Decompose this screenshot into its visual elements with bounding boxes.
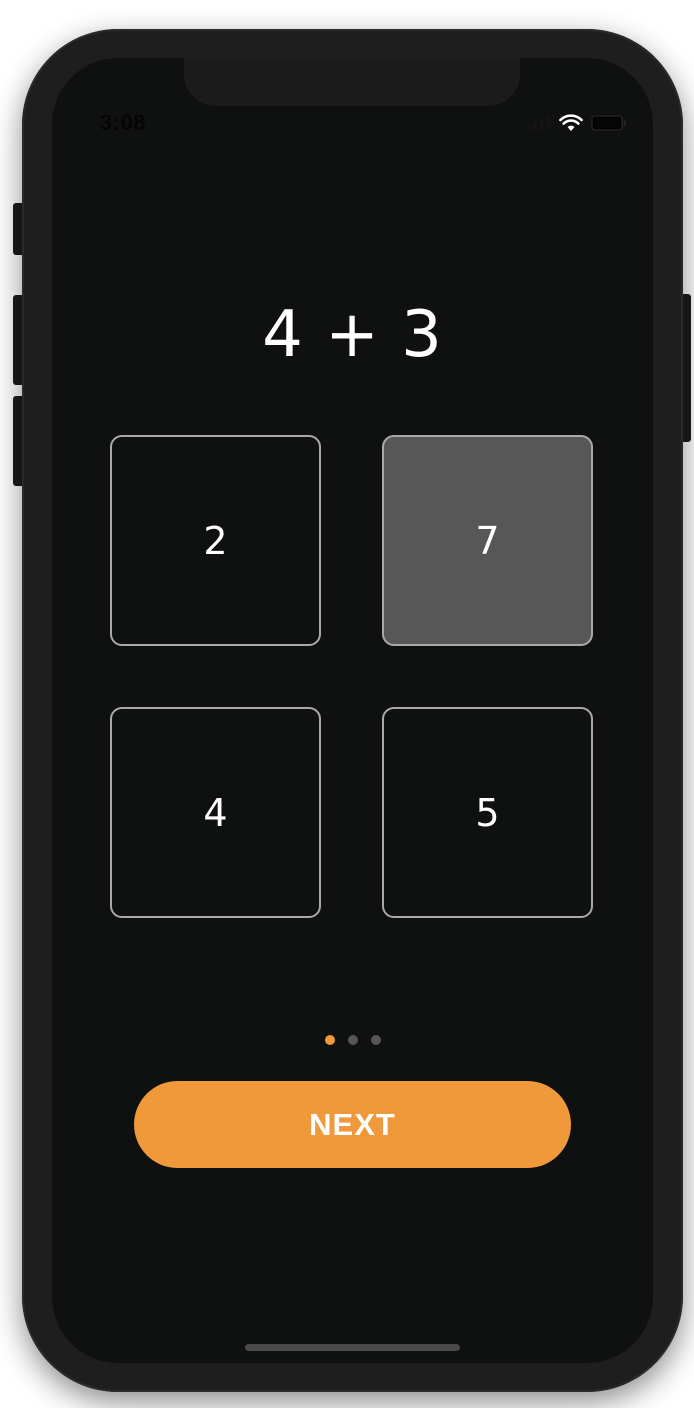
page-dot-1: [324, 1035, 335, 1045]
battery-icon: [591, 115, 627, 131]
answer-option-label: 2: [203, 518, 228, 563]
status-time: 3:08: [100, 110, 147, 135]
app-screen: 3:08 4 + 3 2 7 4 5 NEXT: [52, 58, 653, 1363]
cellular-signal-icon: [526, 116, 551, 130]
status-icons: [526, 114, 627, 132]
answer-option-3[interactable]: 4: [110, 707, 321, 918]
device-stage: 3:08 4 + 3 2 7 4 5 NEXT: [0, 0, 694, 1408]
next-button[interactable]: NEXT: [134, 1081, 571, 1168]
question-text: 4 + 3: [262, 298, 443, 372]
phone-frame: 3:08 4 + 3 2 7 4 5 NEXT: [22, 29, 683, 1392]
answer-option-label: 4: [203, 790, 228, 835]
answer-option-2[interactable]: 7: [382, 435, 593, 646]
page-dot-2: [347, 1035, 358, 1045]
answer-option-label: 7: [475, 518, 500, 563]
page-indicator: [52, 1035, 653, 1045]
answer-option-1[interactable]: 2: [110, 435, 321, 646]
home-indicator[interactable]: [245, 1344, 460, 1351]
page-dot-3: [370, 1035, 381, 1045]
answer-option-label: 5: [475, 790, 500, 835]
answer-option-4[interactable]: 5: [382, 707, 593, 918]
wifi-icon: [559, 114, 583, 132]
notch: [184, 58, 520, 106]
